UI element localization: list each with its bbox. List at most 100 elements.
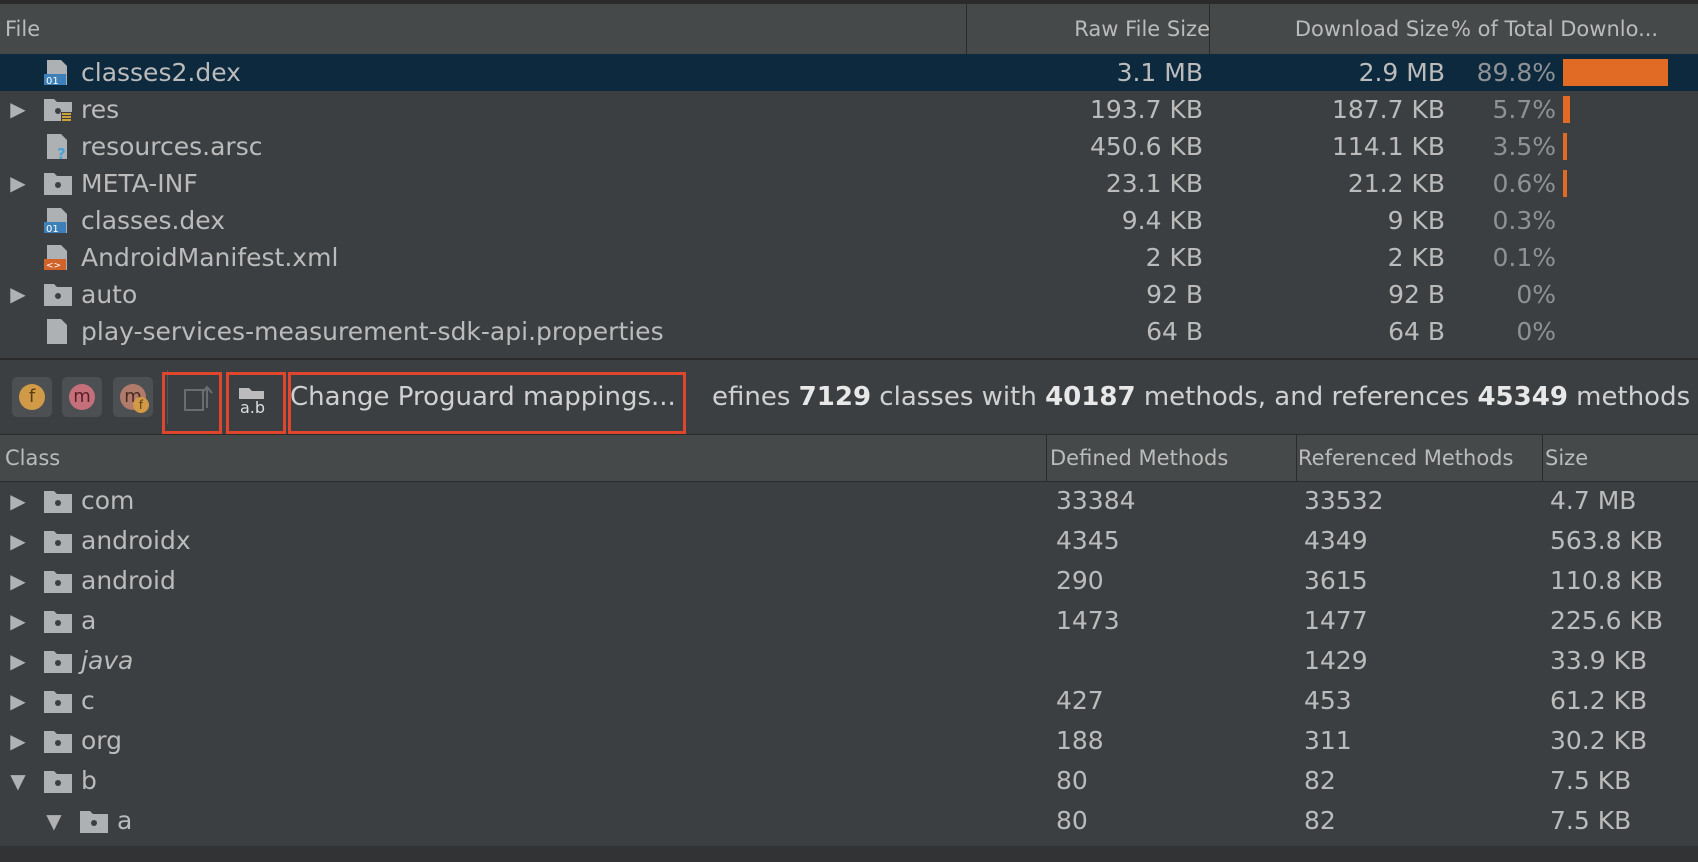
expand-arrow-icon[interactable]: ▶	[8, 601, 28, 641]
expand-arrow-icon[interactable]: ▶	[8, 681, 28, 721]
show-methods-button[interactable]: m	[62, 377, 102, 417]
raw-size: 64 B	[1146, 317, 1203, 346]
column-divider[interactable]	[1296, 435, 1297, 481]
column-divider[interactable]	[966, 4, 967, 54]
column-header-size[interactable]: Size	[1545, 435, 1695, 481]
file-row[interactable]: ▶ auto 92 B 92 B 0%	[0, 276, 1698, 313]
raw-size: 9.4 KB	[1121, 206, 1203, 235]
file-row[interactable]: <> AndroidManifest.xml 2 KB 2 KB 0.1%	[0, 239, 1698, 276]
class-row[interactable]: ▼ b 80 82 7.5 KB	[0, 761, 1698, 801]
referenced-methods: 3615	[1304, 566, 1368, 595]
package-folder-icon	[43, 648, 73, 675]
expand-arrow-icon[interactable]: ▶	[8, 521, 28, 561]
download-size: 21.2 KB	[1347, 169, 1445, 198]
class-row[interactable]: ▶ c 427 453 61.2 KB	[0, 681, 1698, 721]
defined-methods: 427	[1056, 686, 1104, 715]
column-header-percent[interactable]: % of Total Downlo...	[1451, 4, 1691, 54]
class-row[interactable]: ▶ a 1473 1477 225.6 KB	[0, 601, 1698, 641]
package-folder-icon	[43, 528, 73, 555]
column-header-defined-methods[interactable]: Defined Methods	[1050, 435, 1294, 481]
show-fields-button[interactable]: f	[12, 377, 52, 417]
expand-arrow-icon[interactable]: ▶	[8, 481, 28, 521]
package-name: org	[81, 726, 123, 755]
size: 563.8 KB	[1550, 526, 1664, 555]
column-header-file[interactable]: File	[5, 4, 885, 54]
summary-suffix: methods.	[1567, 382, 1692, 412]
expand-arrow-icon[interactable]: ▶	[8, 641, 28, 681]
unknown-file-icon: ?	[43, 133, 73, 163]
column-header-class[interactable]: Class	[5, 435, 1045, 481]
resource-folder-icon	[43, 96, 73, 123]
column-header-referenced-methods[interactable]: Referenced Methods	[1298, 435, 1542, 481]
package-name: a	[117, 806, 133, 835]
file-row[interactable]: ▶ META-INF 23.1 KB 21.2 KB 0.6%	[0, 165, 1698, 202]
file-table-header: File Raw File Size Download Size % of To…	[0, 4, 1698, 55]
field-badge-icon: f	[133, 397, 149, 413]
column-divider[interactable]	[1209, 4, 1210, 54]
expand-arrow-icon[interactable]: ▶	[8, 165, 28, 202]
package-folder-icon	[43, 768, 73, 795]
size-bar	[1563, 170, 1567, 197]
package-folder-icon	[43, 488, 73, 515]
defined-methods: 1473	[1056, 606, 1120, 635]
method-icon: m	[69, 384, 95, 410]
referenced-methods: 33532	[1304, 486, 1384, 515]
defined-methods: 33384	[1056, 486, 1136, 515]
class-row[interactable]: ▶ com 33384 33532 4.7 MB	[0, 481, 1698, 521]
expand-arrow-icon[interactable]: ▶	[8, 721, 28, 761]
folder-icon	[43, 281, 73, 308]
file-name: META-INF	[81, 169, 198, 198]
package-folder-icon	[43, 688, 73, 715]
raw-size: 23.1 KB	[1105, 169, 1203, 198]
svg-text:<>: <>	[46, 261, 61, 271]
expand-arrow-icon[interactable]: ▶	[8, 276, 28, 313]
download-size: 114.1 KB	[1331, 132, 1445, 161]
percent-of-total: 0%	[1516, 280, 1556, 309]
column-header-download-size[interactable]: Download Size	[1212, 4, 1449, 54]
size: 61.2 KB	[1550, 686, 1648, 715]
file-row[interactable]: 01 classes2.dex 3.1 MB 2.9 MB 89.8%	[0, 54, 1698, 91]
column-divider[interactable]	[1046, 435, 1047, 481]
referenced-methods: 82	[1304, 806, 1336, 835]
referenced-methods: 453	[1304, 686, 1352, 715]
download-size: 187.7 KB	[1331, 95, 1445, 124]
column-header-raw-size[interactable]: Raw File Size	[970, 4, 1210, 54]
expand-arrow-icon[interactable]: ▶	[8, 561, 28, 601]
download-size: 2.9 MB	[1358, 58, 1445, 87]
package-name: b	[81, 766, 97, 795]
referenced-methods: 1477	[1304, 606, 1368, 635]
svg-text:01: 01	[46, 76, 59, 86]
size-bar	[1563, 133, 1567, 160]
column-divider[interactable]	[1542, 435, 1543, 481]
collapse-arrow-icon[interactable]: ▼	[8, 761, 28, 801]
summary-text: methods, and references	[1135, 382, 1478, 412]
file-row[interactable]: 01 classes.dex 9.4 KB 9 KB 0.3%	[0, 202, 1698, 239]
package-name: a	[81, 606, 97, 635]
expand-arrow-icon[interactable]: ▶	[8, 91, 28, 128]
package-name: androidx	[81, 526, 191, 555]
class-row[interactable]: ▶ org 188 311 30.2 KB	[0, 721, 1698, 761]
file-row[interactable]: ▶ res 193.7 KB 187.7 KB 5.7%	[0, 91, 1698, 128]
class-row[interactable]: ▶ android 290 3615 110.8 KB	[0, 561, 1698, 601]
package-folder-icon	[79, 808, 109, 835]
class-row[interactable]: ▶ java 1429 33.9 KB	[0, 641, 1698, 681]
show-referenced-only-button[interactable]: m f	[113, 377, 153, 417]
class-count: 7129	[798, 382, 872, 412]
svg-text:01: 01	[46, 224, 59, 234]
xml-file-icon: <>	[43, 244, 73, 271]
defined-methods: 290	[1056, 566, 1104, 595]
dex-summary-text: efines 7129 classes with 40187 methods, …	[712, 360, 1692, 434]
file-row[interactable]: play-services-measurement-sdk-api.proper…	[0, 313, 1698, 350]
percent-of-total: 0.1%	[1492, 243, 1556, 272]
referenced-methods: 311	[1304, 726, 1352, 755]
download-size: 9 KB	[1387, 206, 1445, 235]
raw-size: 2 KB	[1145, 243, 1203, 272]
class-table: Class Defined Methods Referenced Methods…	[0, 435, 1698, 862]
dex-file-icon: 01	[43, 207, 73, 235]
class-row[interactable]: ▶ androidx 4345 4349 563.8 KB	[0, 521, 1698, 561]
collapse-arrow-icon[interactable]: ▼	[44, 801, 64, 841]
download-size: 92 B	[1388, 280, 1445, 309]
file-row[interactable]: ? resources.arsc 450.6 KB 114.1 KB 3.5%	[0, 128, 1698, 165]
package-folder-icon	[43, 568, 73, 595]
class-row[interactable]: ▼ a 80 82 7.5 KB	[0, 801, 1698, 841]
